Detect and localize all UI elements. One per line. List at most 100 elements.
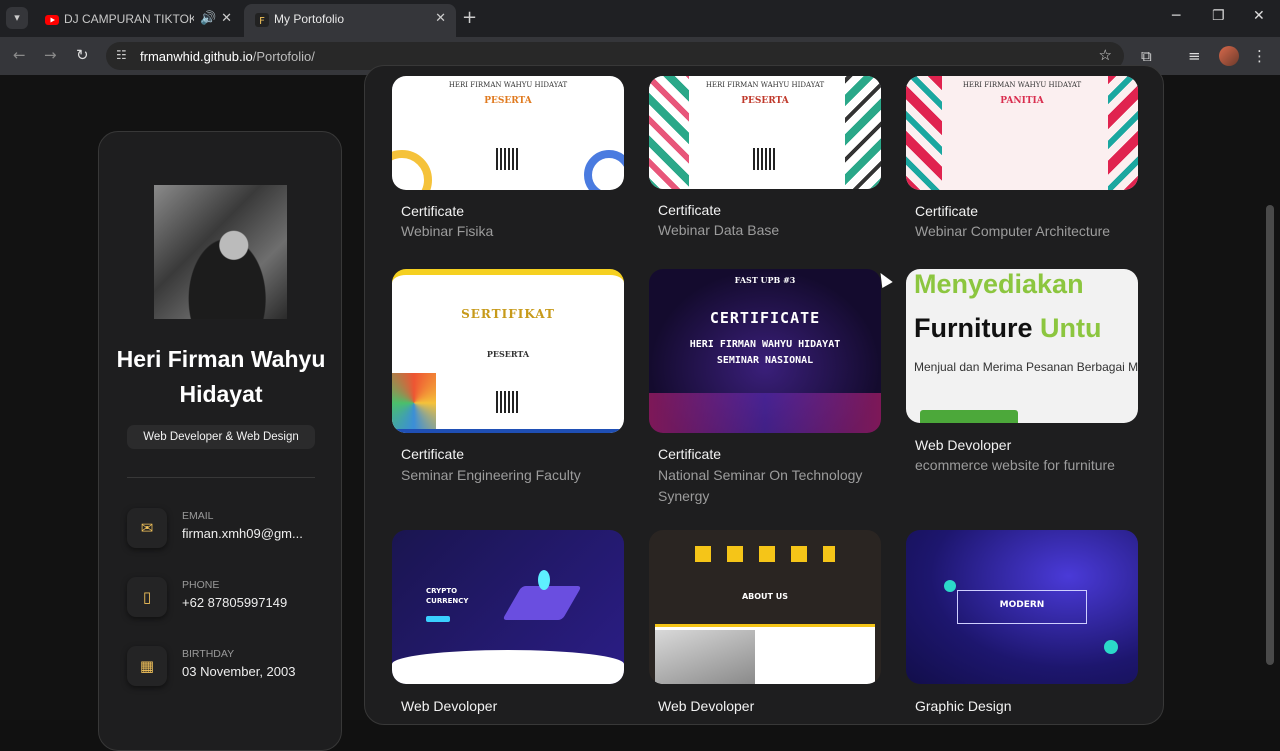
close-window-icon[interactable]: ✕ — [1253, 8, 1265, 24]
portfolio-item-webinar-data-base[interactable]: HERI FIRMAN WAHYU HIDAYAT PESERTA Certif… — [649, 76, 881, 238]
design-heading-text: MODERN — [999, 600, 1045, 610]
qr-code-icon — [496, 148, 518, 170]
back-icon[interactable]: ← — [13, 46, 26, 64]
portfolio-title: Webinar Fisika — [401, 223, 494, 239]
contact-value[interactable]: firman.xmh09@gm... — [182, 526, 303, 541]
hero-heading-accent: Untu — [1040, 313, 1102, 343]
tab-my-portofolio[interactable]: F My Portofolio ✕ — [244, 4, 456, 37]
forward-icon[interactable]: → — [44, 46, 57, 64]
portfolio-item-furniture-ecommerce[interactable]: Menyediakan Furniture Untu Menjual dan M… — [906, 269, 1138, 489]
bookmark-star-icon[interactable]: ☆ — [1099, 46, 1112, 64]
section-heading-text: ABOUT US — [741, 592, 789, 601]
portfolio-category: Web Devoloper — [658, 698, 755, 714]
reload-icon[interactable]: ↻ — [76, 46, 89, 64]
portfolio-category: Graphic Design — [915, 698, 1012, 714]
website-thumbnail: CRYPTO CURRENCY — [392, 530, 624, 684]
site-info-icon[interactable]: ☷ — [116, 48, 132, 64]
qr-code-icon — [496, 391, 518, 413]
maximize-icon[interactable]: ❐ — [1212, 8, 1225, 24]
qr-code-icon — [753, 148, 775, 170]
hero-heading-text: CRYPTO CURRENCY — [426, 587, 469, 605]
extensions-icon[interactable]: ⧉ — [1141, 47, 1152, 65]
url-host: frmanwhid.github.io — [140, 49, 253, 64]
calendar-icon: ▦ — [127, 646, 167, 686]
url-path: /Portofolio/ — [252, 49, 315, 64]
cert-recipient-text: HERI FIRMAN WAHYU HIDAYAT — [689, 339, 841, 350]
contact-value[interactable]: +62 87805997149 — [182, 595, 287, 610]
cert-role-text: PESERTA — [741, 96, 789, 106]
portfolio-item-graphic-design[interactable]: MODERN Graphic Design — [906, 530, 1138, 720]
portfolio-category: Web Devoloper — [401, 698, 498, 714]
certificate-thumbnail: HERI FIRMAN WAHYU HIDAYAT PESERTA — [649, 76, 881, 189]
portfolio-item-crypto-website[interactable]: CRYPTO CURRENCY Web Devoloper — [392, 530, 624, 720]
contact-phone: ▯ PHONE +62 87805997149 — [127, 577, 327, 621]
portfolio-category: Certificate — [658, 446, 722, 462]
certificate-thumbnail: HERI FIRMAN WAHYU HIDAYAT PANITIA — [906, 76, 1138, 190]
portfolio-title: Webinar Computer Architecture — [915, 223, 1111, 239]
url-text: frmanwhid.github.io/Portofolio/ — [140, 49, 315, 64]
portfolio-panel: HERI FIRMAN WAHYU HIDAYAT PESERTA Certif… — [364, 65, 1164, 725]
cert-recipient-text: HERI FIRMAN WAHYU HIDAYAT — [705, 81, 825, 89]
certificate-thumbnail: HERI FIRMAN WAHYU HIDAYAT PESERTA — [392, 76, 624, 190]
cert-role-text: PESERTA — [484, 96, 532, 106]
tab-dj-campuran[interactable]: DJ CAMPURAN TIKTOK TER 🔊 ✕ — [34, 4, 242, 37]
hero-heading-text: Menyediakan — [914, 269, 1084, 299]
cert-recipient-text: HERI FIRMAN WAHYU HIDAYAT — [962, 81, 1082, 89]
portfolio-title: ecommerce website for furniture — [915, 457, 1115, 473]
more-menu-icon[interactable]: ⋮ — [1252, 47, 1267, 65]
contact-label: PHONE — [182, 579, 220, 591]
portfolio-item-national-seminar[interactable]: FAST UPB #3 CERTIFICATE HERI FIRMAN WAHY… — [649, 269, 881, 509]
cert-role-text: PESERTA — [486, 349, 530, 359]
portfolio-item-webinar-computer-architecture[interactable]: HERI FIRMAN WAHYU HIDAYAT PANITIA Certif… — [906, 76, 1138, 239]
mail-icon: ✉ — [127, 508, 167, 548]
speaker-icon[interactable]: 🔊 — [200, 10, 216, 26]
hero-subtitle-text: Menjual dan Merima Pesanan Berbagai Maca… — [914, 360, 1138, 374]
cert-event-text: FAST UPB #3 — [734, 275, 796, 285]
contact-label: EMAIL — [182, 510, 214, 522]
sidebar-divider — [127, 477, 315, 478]
profile-name: Heri Firman Wahyu Hidayat — [116, 346, 326, 407]
close-tab-icon[interactable]: ✕ — [435, 10, 446, 26]
profile-photo — [154, 185, 287, 319]
tab-title: My Portofolio — [274, 12, 345, 26]
contact-email: ✉ EMAIL firman.xmh09@gm... — [127, 508, 327, 552]
portfolio-item-seminar-engineering[interactable]: SERTIFIKAT PESERTA Certificate Seminar E… — [392, 269, 624, 489]
profile-sidebar: Heri Firman Wahyu Hidayat Web Developer … — [98, 131, 342, 751]
contact-value: 03 November, 2003 — [182, 664, 296, 679]
contact-label: BIRTHDAY — [182, 648, 235, 660]
website-thumbnail: Menyediakan Furniture Untu Menjual dan M… — [906, 269, 1138, 423]
tab-search-icon[interactable]: ▾ — [6, 7, 28, 29]
contact-birthday: ▦ BIRTHDAY 03 November, 2003 — [127, 646, 327, 690]
portfolio-category: Certificate — [915, 203, 979, 219]
portfolio-title: Webinar Data Base — [658, 222, 780, 238]
icon-row — [695, 546, 835, 562]
portfolio-item-webinar-fisika[interactable]: HERI FIRMAN WAHYU HIDAYAT PESERTA Certif… — [392, 76, 624, 239]
close-tab-icon[interactable]: ✕ — [221, 10, 232, 26]
portfolio-category: Certificate — [401, 446, 465, 462]
portfolio-category: Web Devoloper — [915, 437, 1012, 453]
portfolio-title: National Seminar On Technology Synergy — [658, 467, 863, 504]
cert-event-title-text: SEMINAR NASIONAL — [716, 355, 814, 366]
portfolio-category: Certificate — [401, 203, 465, 219]
profile-avatar-icon[interactable] — [1219, 46, 1239, 66]
minimize-icon[interactable]: ─ — [1172, 8, 1180, 24]
profile-role-badge: Web Developer & Web Design — [127, 425, 315, 449]
portfolio-category: Certificate — [658, 202, 722, 218]
portfolio-favicon-icon: F — [255, 13, 269, 27]
media-control-icon[interactable]: ≡ — [1188, 47, 1201, 65]
browser-tab-bar: ▾ DJ CAMPURAN TIKTOK TER 🔊 ✕ F My Portof… — [0, 0, 1280, 37]
portfolio-item-about-website[interactable]: ABOUT US Web Devoloper — [649, 530, 881, 720]
cert-heading-text: SERTIFIKAT — [461, 307, 555, 321]
cert-role-text: PANITIA — [1000, 96, 1044, 106]
tab-title: DJ CAMPURAN TIKTOK TER — [64, 12, 194, 26]
svg-text:F: F — [259, 16, 265, 27]
new-tab-icon[interactable]: + — [462, 7, 477, 28]
page-scrollbar[interactable] — [1266, 205, 1274, 665]
website-thumbnail: ABOUT US — [649, 530, 881, 684]
portfolio-page: Heri Firman Wahyu Hidayat Web Developer … — [0, 65, 1280, 751]
design-thumbnail: MODERN — [906, 530, 1138, 684]
phone-icon: ▯ — [127, 577, 167, 617]
cert-recipient-text: HERI FIRMAN WAHYU HIDAYAT — [448, 81, 568, 89]
cert-heading-text: CERTIFICATE — [709, 309, 821, 327]
portfolio-title: Seminar Engineering Faculty — [401, 467, 581, 483]
